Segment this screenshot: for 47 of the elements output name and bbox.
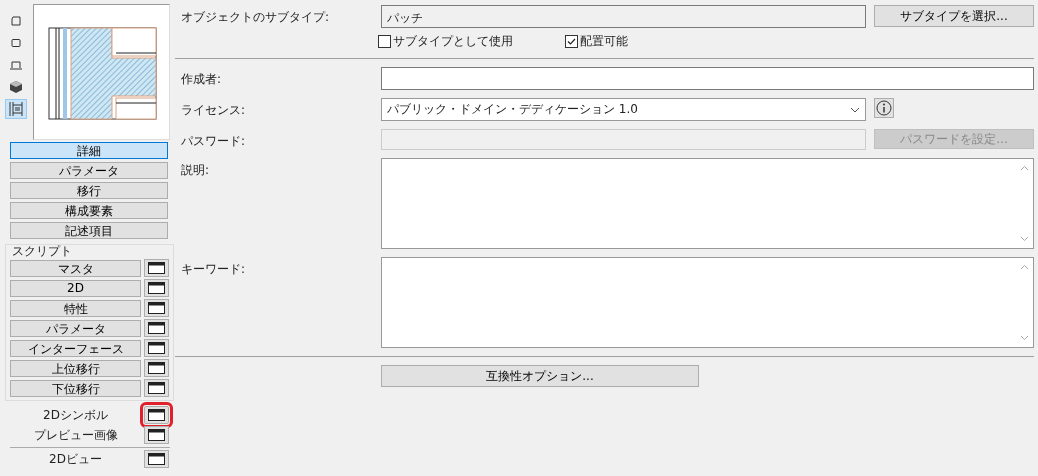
window-button[interactable] bbox=[144, 359, 169, 377]
subtype-field[interactable]: パッチ bbox=[381, 5, 866, 28]
square-icon bbox=[10, 37, 22, 49]
window-button[interactable] bbox=[144, 319, 169, 337]
section-tab[interactable]: パラメータ bbox=[10, 162, 168, 179]
window-button[interactable] bbox=[144, 259, 169, 277]
window-button[interactable] bbox=[144, 299, 169, 317]
section-tab[interactable]: 構成要素 bbox=[10, 202, 168, 219]
field-label: オブジェクトのサブタイプ: bbox=[180, 9, 331, 26]
check-icon bbox=[566, 36, 577, 47]
script-button[interactable]: パラメータ bbox=[10, 319, 141, 337]
script-label: プレビュー画像 bbox=[32, 426, 119, 444]
compatibility-options-button[interactable]: 互換性オプション... bbox=[381, 365, 699, 387]
window-button[interactable] bbox=[144, 379, 169, 397]
info-icon bbox=[876, 100, 892, 116]
group-title: スクリプト bbox=[12, 245, 73, 257]
section-tab[interactable]: 移行 bbox=[10, 182, 168, 199]
cube-icon bbox=[9, 80, 23, 94]
window-button[interactable] bbox=[144, 339, 169, 357]
field-label: ライセンス: bbox=[180, 102, 247, 119]
info-button[interactable] bbox=[874, 98, 894, 118]
outline-icon bbox=[10, 15, 22, 27]
field-label: パスワード: bbox=[180, 133, 247, 150]
dropdown-caret-icon bbox=[850, 106, 860, 113]
author-field[interactable] bbox=[381, 67, 1034, 90]
elevation-icon bbox=[9, 59, 23, 71]
section-icon bbox=[8, 101, 24, 117]
script-button[interactable]: インターフェース bbox=[10, 339, 141, 357]
field-label: キーワード: bbox=[180, 261, 247, 278]
script-button[interactable]: 下位移行 bbox=[10, 379, 141, 397]
window-button[interactable] bbox=[144, 279, 169, 297]
section-tab[interactable]: 詳細 bbox=[10, 142, 168, 159]
option-checkbox[interactable]: 配置可能 bbox=[565, 33, 628, 50]
license-dropdown[interactable]: パブリック・ドメイン・デディケーション 1.0 bbox=[381, 98, 866, 121]
window-button[interactable] bbox=[144, 426, 169, 444]
option-checkbox[interactable]: サブタイプとして使用 bbox=[378, 33, 513, 50]
script-button[interactable]: 上位移行 bbox=[10, 359, 141, 377]
view-label: 2Dビュー bbox=[48, 450, 103, 468]
script-button[interactable]: マスタ bbox=[10, 259, 141, 277]
field-label: 作成者: bbox=[180, 71, 223, 88]
window-button[interactable] bbox=[144, 450, 169, 468]
field-label: 説明: bbox=[180, 162, 211, 179]
script-button[interactable]: 特性 bbox=[10, 299, 141, 317]
script-button[interactable]: 2D bbox=[10, 279, 141, 297]
select-subtype-button[interactable]: サブタイプを選択... bbox=[874, 5, 1034, 27]
script-label: 2Dシンボル bbox=[42, 406, 109, 424]
section-tab[interactable]: 記述項目 bbox=[10, 222, 168, 239]
